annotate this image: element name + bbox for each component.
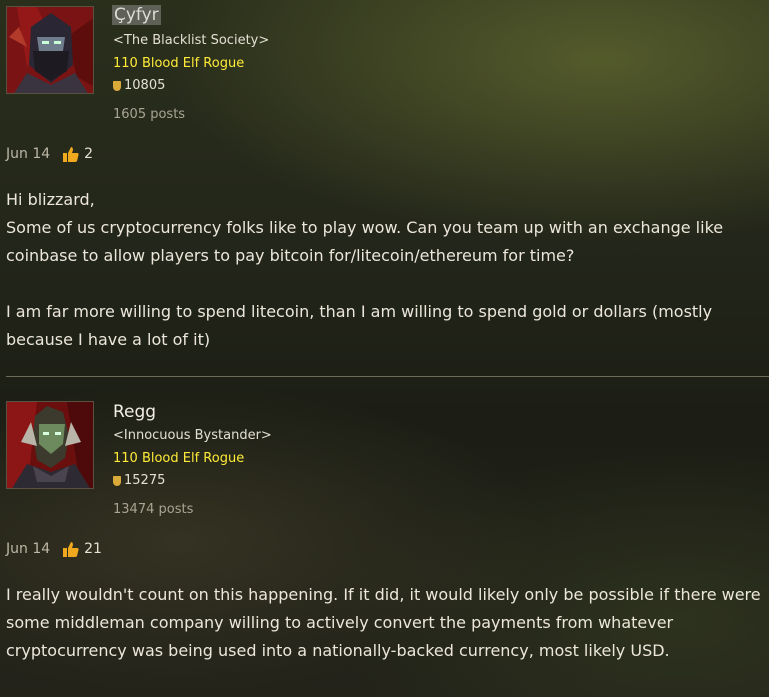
like-button[interactable]: 2: [63, 146, 93, 162]
author-name[interactable]: Çyfyr: [112, 5, 161, 25]
avatar-image: [7, 7, 93, 93]
like-button[interactable]: 21: [63, 541, 102, 557]
post-divider: [6, 376, 769, 377]
shield-icon: [113, 80, 121, 91]
post-paragraph: I am far more willing to spend litecoin,…: [6, 302, 713, 349]
post-date[interactable]: Jun 14: [6, 541, 50, 557]
shield-icon: [113, 475, 121, 486]
achievement-points-value: 10805: [124, 78, 166, 93]
post-paragraph: Hi blizzard,: [6, 190, 95, 209]
thumbs-up-icon: [63, 541, 79, 557]
achievement-points: 10805: [113, 78, 165, 93]
post-body: Hi blizzard, Some of us cryptocurrency f…: [6, 186, 766, 354]
author-name[interactable]: Regg: [113, 402, 156, 422]
author-guild[interactable]: <The Blacklist Society>: [113, 33, 269, 48]
author-guild[interactable]: <Innocuous Bystander>: [113, 428, 272, 443]
like-count: 2: [84, 146, 94, 162]
paragraph-spacer: [6, 270, 766, 298]
post-count: 13474 posts: [113, 502, 194, 517]
achievement-points-value: 15275: [124, 473, 166, 488]
post-body: I really wouldn't count on this happenin…: [6, 581, 766, 665]
author-avatar[interactable]: [6, 6, 94, 94]
post-paragraph: Some of us cryptocurrency folks like to …: [6, 218, 724, 265]
thumbs-up-icon: [63, 146, 79, 162]
post-meta: Jun 14 21: [6, 541, 102, 557]
post-meta: Jun 14 2: [6, 146, 93, 162]
author-character-class: 110 Blood Elf Rogue: [113, 451, 245, 466]
like-count: 21: [84, 541, 102, 557]
post-paragraph: I really wouldn't count on this happenin…: [6, 585, 761, 660]
achievement-points: 15275: [113, 473, 165, 488]
post-date[interactable]: Jun 14: [6, 146, 50, 162]
avatar-image: [7, 402, 93, 488]
author-avatar[interactable]: [6, 401, 94, 489]
post-count: 1605 posts: [113, 107, 186, 122]
author-character-class: 110 Blood Elf Rogue: [113, 56, 245, 71]
